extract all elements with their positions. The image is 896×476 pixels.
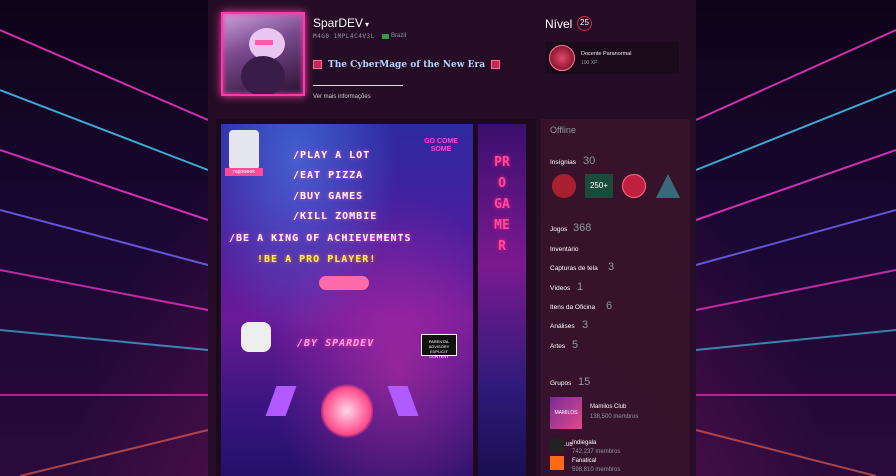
level-label: Nível — [545, 17, 573, 31]
artwork-side-image[interactable]: PRO GAMER — [478, 124, 526, 476]
featured-badge-name: Docente Paranormal — [581, 51, 632, 57]
badge-thumb-3[interactable] — [622, 174, 646, 198]
workshop-count[interactable]: 6 — [606, 300, 612, 312]
videos-count[interactable]: 1 — [577, 281, 583, 293]
badges-count[interactable]: 30 — [583, 155, 595, 167]
art-line-3: /BUY GAMES — [293, 191, 364, 202]
level-badge[interactable]: 25 — [577, 16, 592, 31]
art-line-6: !BE A PRO PLAYER! — [257, 254, 377, 265]
featured-badge-xp: 100 XP — [581, 60, 598, 66]
group-name[interactable]: Indiegala — [572, 440, 596, 446]
avatar[interactable] — [221, 12, 305, 96]
go-come-sticker: GO COME SOME — [424, 138, 458, 153]
group-avatar[interactable] — [550, 438, 564, 452]
games-link[interactable]: Jogos — [550, 226, 567, 233]
profile-summary: The CyberMage of the New Era — [328, 60, 486, 70]
persona-name[interactable]: SparDEV — [313, 16, 363, 30]
art-signature: /BY SPARDEV — [297, 338, 375, 349]
art-line-5: /BE A KING OF ACHIEVEMENTS — [229, 233, 412, 244]
paranormal-badge-icon[interactable] — [549, 45, 575, 71]
side-text: PRO GAMER — [494, 155, 510, 254]
workshop-link[interactable]: Itens da Oficina — [550, 304, 595, 311]
group-members: 138,500 membros — [590, 414, 639, 420]
games-count[interactable]: 368 — [573, 222, 591, 234]
inventory-link[interactable]: Inventário — [550, 246, 579, 253]
badge-thumb-1[interactable] — [552, 174, 576, 198]
country-label: Brazil — [391, 33, 407, 39]
artwork-link[interactable]: Artes — [550, 343, 565, 350]
videos-link[interactable]: Vídeos — [550, 285, 570, 292]
nyan-cat-icon — [241, 322, 271, 352]
sticker-label: rapoweek — [225, 168, 263, 176]
online-status: Offline — [550, 125, 576, 135]
groups-count[interactable]: 15 — [578, 376, 590, 388]
view-more-link[interactable]: Ver mais informações — [313, 94, 371, 100]
badges-link[interactable]: Insígnias — [550, 159, 576, 166]
lightning-icon — [387, 386, 419, 416]
reviews-count[interactable]: 3 — [582, 319, 588, 331]
advisory-label: PARENTAL ADVISORY EXPLICIT CONTENT — [421, 334, 457, 359]
brazil-flag-icon — [382, 34, 389, 39]
avatar-art-icon — [241, 28, 285, 94]
group-members: 598,810 membros — [572, 467, 621, 473]
group-avatar[interactable] — [550, 456, 564, 470]
groups-link[interactable]: Grupos — [550, 380, 571, 387]
art-line-2: /EAT PIZZA — [293, 170, 364, 181]
chevron-down-icon[interactable]: ▾ — [365, 20, 369, 29]
real-name: M4G0 1MPL4C4V3L — [313, 33, 375, 40]
screenshots-count[interactable]: 3 — [608, 261, 614, 273]
bear-sticker-icon — [229, 130, 259, 170]
group-members: 742,237 membros — [572, 449, 621, 455]
screenshots-link[interactable]: Capturas de tela — [550, 265, 598, 272]
reviews-link[interactable]: Análises — [550, 323, 575, 330]
badge-thumb-2[interactable]: 250+ — [585, 174, 613, 198]
mustache-icon — [319, 276, 369, 290]
art-line-4: /KILL ZOMBIE — [293, 211, 378, 222]
group-name[interactable]: Fanatical — [572, 458, 596, 464]
group-avatar[interactable]: MAMILOS CLUB — [550, 397, 582, 448]
group-name[interactable]: Mamilos Club — [590, 404, 626, 410]
skull-icon — [321, 382, 373, 440]
summary-divider — [313, 85, 403, 86]
lightning-icon — [265, 386, 297, 416]
artwork-main-image[interactable]: rapoweek GO COME SOME /PLAY A LOT /EAT P… — [221, 124, 473, 476]
art-line-1: /PLAY A LOT — [293, 150, 371, 161]
emoticon-icon — [491, 60, 500, 69]
emoticon-icon — [313, 60, 322, 69]
artwork-count[interactable]: 5 — [572, 339, 578, 351]
